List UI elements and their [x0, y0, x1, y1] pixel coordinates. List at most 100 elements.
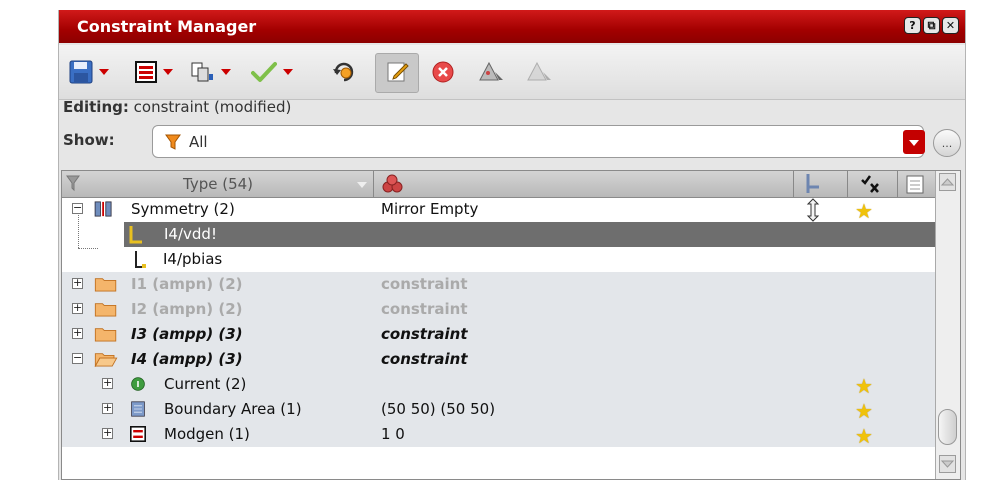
show-filter-value: All — [189, 133, 208, 151]
type-column-label: Type (54) — [183, 175, 254, 193]
toolbar — [59, 45, 965, 100]
restore-button[interactable]: ⧉ — [923, 17, 940, 34]
editing-label: Editing: — [63, 98, 129, 116]
enabled-star-icon[interactable]: ★ — [855, 424, 873, 448]
table-row[interactable]: + Modgen (1) 1 0 ★ — [62, 422, 936, 448]
table-row[interactable]: I4/pbias — [62, 247, 936, 272]
scroll-down-icon — [940, 460, 955, 468]
warning-disabled-icon — [527, 61, 551, 81]
table-row[interactable]: − I4 (ampp) (3) constraint — [62, 347, 936, 372]
edit-button[interactable] — [386, 58, 410, 86]
scroll-down-button[interactable] — [939, 455, 956, 473]
table-row[interactable]: + I Current (2) ★ — [62, 372, 936, 398]
status-column-header[interactable] — [794, 171, 848, 197]
refresh-button[interactable] — [331, 58, 357, 86]
table-row[interactable]: + I1 (ampn) (2) constraint — [62, 272, 936, 297]
check-button[interactable] — [251, 58, 293, 86]
save-button[interactable] — [69, 58, 109, 86]
show-dropdown-button[interactable] — [903, 130, 925, 154]
row-name: Current (2) — [164, 375, 247, 393]
row-name: Modgen (1) — [164, 425, 250, 443]
sort-arrow-icon[interactable] — [356, 181, 368, 189]
scrollbar-thumb[interactable] — [938, 409, 957, 445]
help-button[interactable]: ? — [904, 17, 921, 34]
current-icon: I — [131, 377, 145, 391]
copy-icon — [191, 62, 213, 82]
type-column-header[interactable]: Type (54) — [62, 171, 374, 197]
row-value: 1 0 — [381, 425, 405, 443]
table-row[interactable]: I4/vdd! — [124, 222, 936, 247]
folder-icon — [94, 303, 117, 317]
more-options-button[interactable]: ... — [933, 129, 961, 157]
enabled-star-icon[interactable]: ★ — [855, 199, 873, 223]
row-value: Mirror Empty — [381, 200, 479, 218]
enabled-column-header[interactable] — [848, 171, 898, 197]
expand-icon[interactable]: + — [72, 302, 83, 314]
scroll-up-icon — [940, 178, 955, 186]
editing-value: constraint (modified) — [133, 98, 292, 116]
row-value: constraint — [381, 300, 468, 318]
expand-icon[interactable]: + — [72, 277, 83, 289]
grid-dropdown-icon[interactable] — [163, 69, 173, 75]
row-value: constraint — [381, 275, 468, 293]
table-header: Type (54) — [62, 171, 936, 198]
row-name: I4/vdd! — [164, 225, 217, 243]
warning-icon — [479, 61, 503, 81]
table-row[interactable]: − Symmetry (2) Mirror Empty ★ — [62, 197, 936, 223]
row-name: Boundary Area (1) — [164, 400, 302, 418]
member-indicator-icon — [806, 198, 820, 222]
title-bar[interactable]: Constraint Manager ? ⧉ ✕ — [59, 10, 965, 43]
warning-button[interactable] — [479, 58, 505, 86]
filter-column-icon — [66, 175, 80, 192]
copy-button[interactable] — [191, 58, 231, 86]
value-column-header[interactable] — [374, 171, 794, 197]
filter-icon — [165, 134, 181, 150]
boundary-area-icon — [131, 401, 145, 417]
table-row[interactable]: + I2 (ampn) (2) constraint — [62, 297, 936, 322]
show-filter-select[interactable]: All — [152, 125, 925, 158]
folder-open-icon — [94, 353, 118, 367]
row-value: constraint — [381, 350, 468, 368]
expand-icon[interactable]: + — [102, 427, 113, 439]
refresh-icon — [333, 62, 354, 82]
grid-button[interactable] — [135, 58, 173, 86]
table-row[interactable]: + I3 (ampp) (3) constraint — [62, 322, 936, 347]
edit-icon — [387, 62, 409, 82]
row-name: I1 (ampn) (2) — [131, 275, 243, 293]
row-name: I4 (ampp) (3) — [131, 350, 243, 368]
delete-button[interactable] — [431, 58, 455, 86]
notes-column-header[interactable] — [898, 171, 936, 197]
row-value: constraint — [381, 325, 468, 343]
instances-icon — [382, 174, 403, 193]
warning-disabled-button[interactable] — [527, 58, 553, 86]
save-dropdown-icon[interactable] — [99, 69, 109, 75]
row-name: I3 (ampp) (3) — [131, 325, 243, 343]
collapse-icon[interactable]: − — [72, 202, 83, 214]
close-button[interactable]: ✕ — [942, 17, 959, 34]
symmetry-icon — [94, 201, 112, 217]
vertical-scrollbar[interactable] — [935, 171, 960, 479]
expand-icon[interactable]: + — [102, 377, 113, 389]
enabled-star-icon[interactable]: ★ — [855, 374, 873, 398]
copy-dropdown-icon[interactable] — [221, 69, 231, 75]
check-dropdown-icon[interactable] — [283, 69, 293, 75]
table-row[interactable]: + Boundary Area (1) (50 50) (50 50) ★ — [62, 397, 936, 423]
save-icon — [69, 60, 93, 84]
row-name: I4/pbias — [163, 250, 223, 268]
folder-icon — [94, 328, 117, 342]
expand-icon[interactable]: + — [102, 402, 113, 414]
scroll-up-button[interactable] — [939, 173, 956, 191]
svg-text:I: I — [137, 380, 140, 389]
check-cross-icon — [861, 175, 879, 193]
enabled-star-icon[interactable]: ★ — [855, 399, 873, 423]
modgen-icon — [130, 426, 146, 442]
constraint-manager-window: Constraint Manager ? ⧉ ✕ Editing: constr… — [58, 10, 966, 480]
expand-icon[interactable]: + — [72, 327, 83, 339]
delete-icon — [432, 61, 454, 83]
constraint-tree-table: Type (54) − Symmetry (2) Mirror Empty ★ … — [61, 170, 961, 480]
collapse-icon[interactable]: − — [72, 352, 83, 364]
grid-icon — [135, 61, 157, 83]
row-name: I2 (ampn) (2) — [131, 300, 243, 318]
window-controls: ? ⧉ ✕ — [904, 17, 959, 34]
editing-status: Editing: constraint (modified) — [63, 98, 291, 116]
